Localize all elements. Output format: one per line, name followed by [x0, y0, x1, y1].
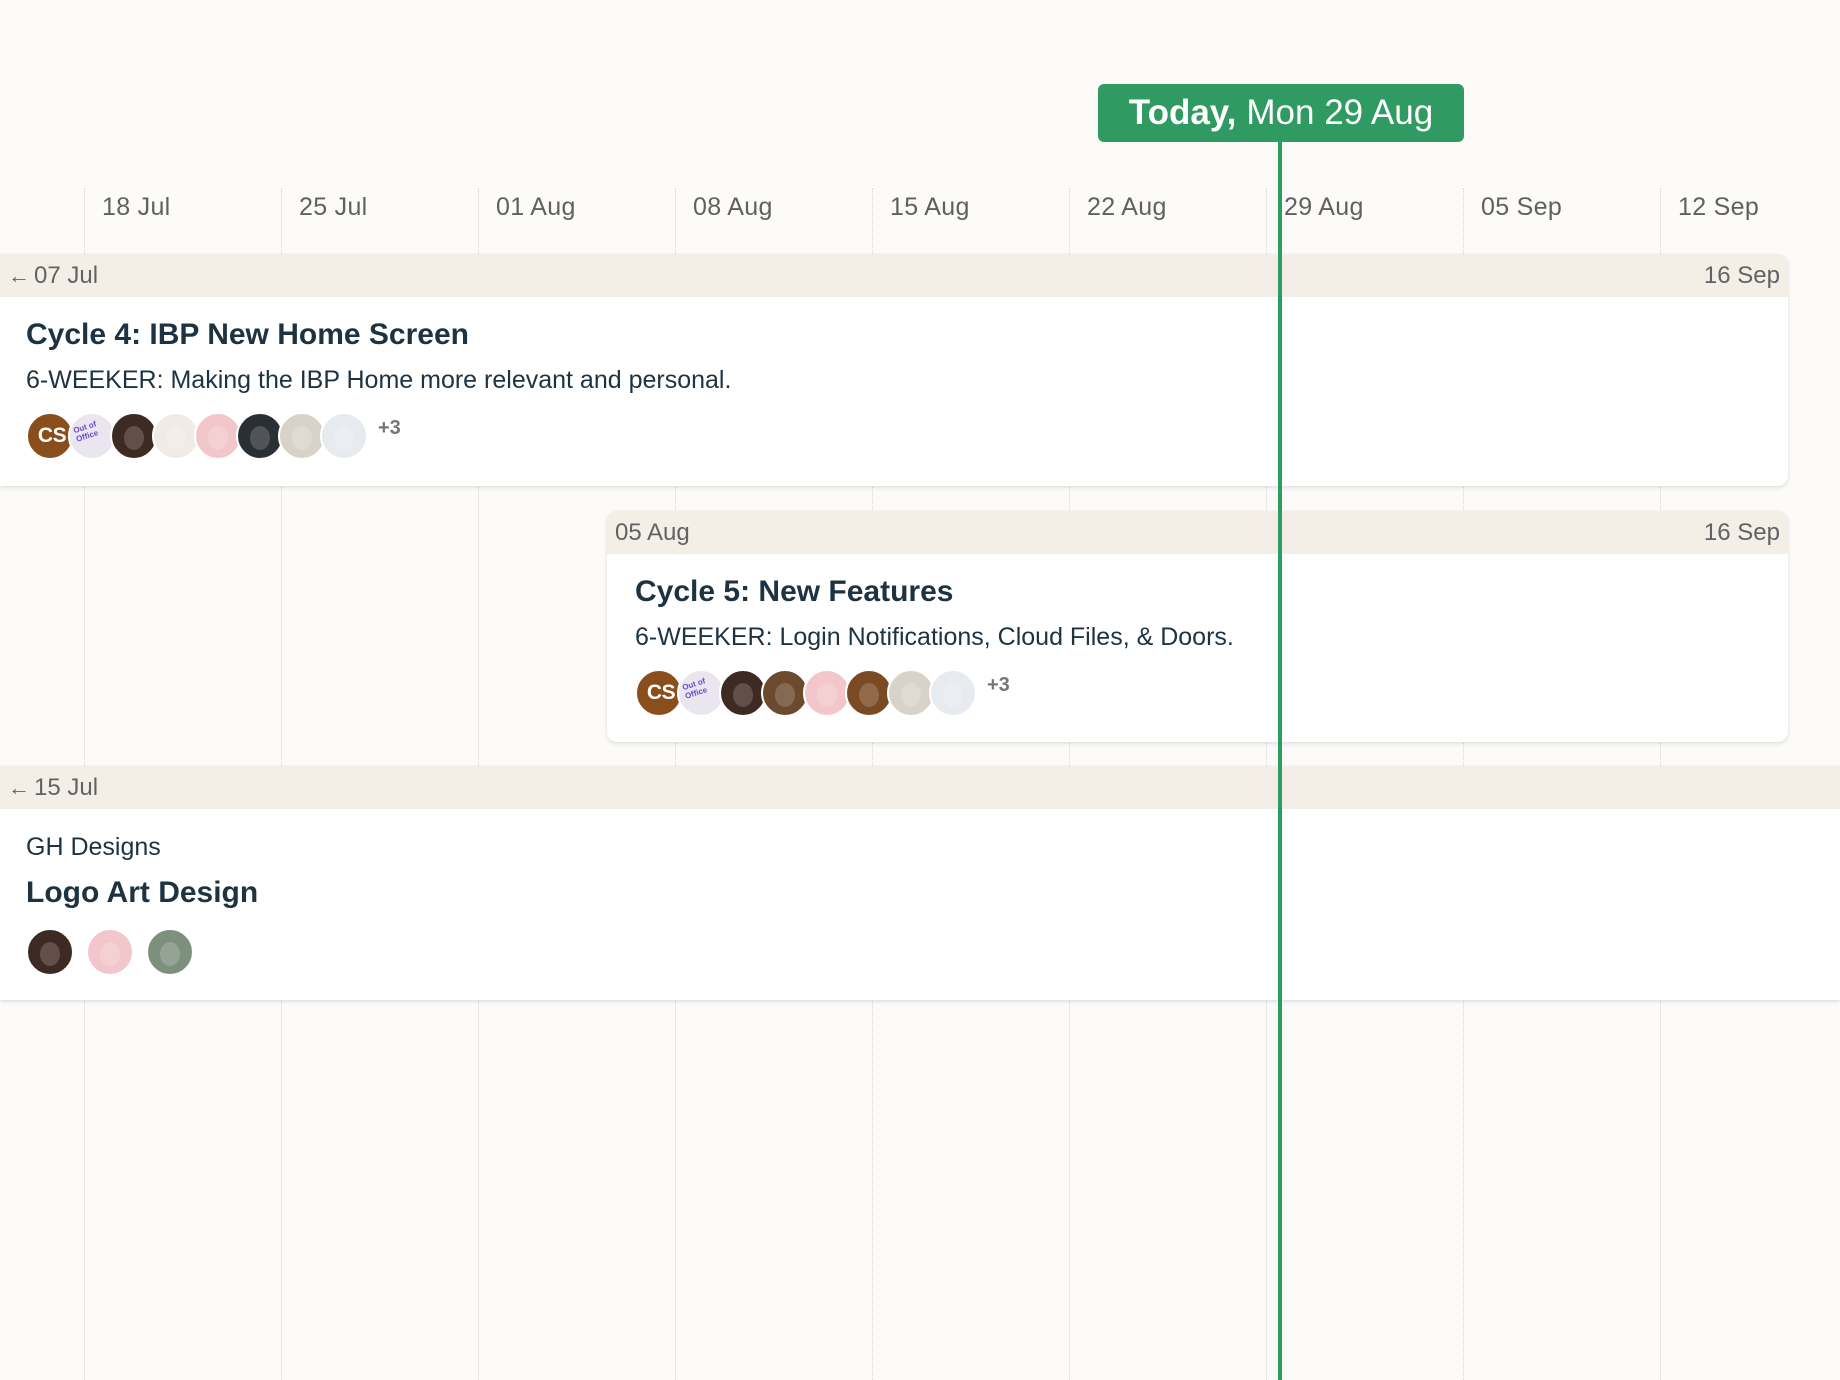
avatar-initials: CS: [635, 669, 683, 717]
project-description: 6-WEEKER: Making the IBP Home more relev…: [26, 366, 732, 394]
date-range-bar: 05 Aug 16 Sep: [607, 511, 1788, 554]
avatar-face: [733, 683, 753, 707]
project-title: Cycle 4: IBP New Home Screen: [26, 318, 469, 351]
week-label: 29 Aug: [1284, 193, 1364, 221]
start-date-label: 15 Jul: [34, 774, 99, 801]
avatar: [803, 669, 851, 717]
avatar-face: [40, 942, 60, 966]
avatar-group[interactable]: CS Out of Office +3: [635, 669, 1010, 717]
start-date: 05 Aug: [615, 519, 690, 547]
today-label: Today,: [1128, 93, 1237, 132]
avatar: [719, 669, 767, 717]
arrow-left-icon: ←: [8, 775, 30, 800]
arrow-left-icon: ←: [8, 263, 30, 288]
avatar-initials-text: CS: [37, 424, 67, 447]
avatar-face: [166, 426, 186, 450]
start-date: ← 15 Jul: [8, 774, 98, 802]
start-date-label: 07 Jul: [34, 262, 99, 289]
avatar: [110, 412, 158, 460]
avatar-out-of-office: Out of Office: [677, 669, 725, 717]
client-name: GH Designs: [26, 833, 161, 861]
avatar: [761, 669, 809, 717]
avatar-face: [334, 426, 354, 450]
project-card-cycle-5[interactable]: 05 Aug 16 Sep Cycle 5: New Features 6-WE…: [607, 511, 1788, 742]
week-label: 25 Jul: [299, 193, 368, 221]
avatar-face: [859, 683, 879, 707]
project-title: Logo Art Design: [26, 876, 259, 909]
avatar-face: [817, 683, 837, 707]
today-badge[interactable]: Today, Mon 29 Aug: [1098, 84, 1464, 142]
week-label: 01 Aug: [496, 193, 576, 221]
avatar-initials: CS: [26, 412, 74, 460]
end-date-label: 16 Sep: [1703, 519, 1780, 546]
project-card-cycle-4[interactable]: ← 07 Jul 16 Sep Cycle 4: IBP New Home Sc…: [0, 254, 1788, 486]
week-label: 12 Sep: [1678, 193, 1760, 221]
avatar-face: [250, 426, 270, 450]
avatar: [320, 412, 368, 460]
avatar-face: [160, 942, 180, 966]
avatar-initials-text: CS: [646, 681, 676, 704]
avatar: [86, 928, 134, 976]
week-label: 08 Aug: [693, 193, 773, 221]
avatar: [845, 669, 893, 717]
avatar: [887, 669, 935, 717]
avatar: [26, 928, 74, 976]
avatar-face: [124, 426, 144, 450]
avatar: [146, 928, 194, 976]
avatar-face: [943, 683, 963, 707]
start-date-label: 05 Aug: [615, 519, 690, 546]
avatar-group[interactable]: CS Out of Office +3: [26, 412, 401, 460]
avatar-overflow-count[interactable]: +3: [987, 674, 1010, 697]
avatar-overflow-count[interactable]: +3: [378, 417, 401, 440]
end-date-label: 16 Sep: [1703, 262, 1780, 289]
avatar-face: [775, 683, 795, 707]
date-range-bar: ← 15 Jul: [0, 766, 1840, 809]
project-description: 6-WEEKER: Login Notifications, Cloud Fil…: [635, 623, 1234, 651]
project-title: Cycle 5: New Features: [635, 575, 954, 608]
avatar-face: [208, 426, 228, 450]
avatar: [152, 412, 200, 460]
week-label: 22 Aug: [1087, 193, 1167, 221]
week-label: 15 Aug: [890, 193, 970, 221]
avatar: [278, 412, 326, 460]
avatar-face: [901, 683, 921, 707]
today-line: [1278, 140, 1282, 1380]
avatar-face: [292, 426, 312, 450]
today-date: Mon 29 Aug: [1246, 93, 1434, 132]
avatar: [194, 412, 242, 460]
start-date: ← 07 Jul: [8, 262, 98, 290]
avatar-out-of-office: Out of Office: [68, 412, 116, 460]
avatar: [929, 669, 977, 717]
week-label: 05 Sep: [1481, 193, 1563, 221]
project-card-logo-art[interactable]: ← 15 Jul GH Designs Logo Art Design: [0, 766, 1840, 1000]
avatar-face: [100, 942, 120, 966]
avatar-group[interactable]: [26, 928, 194, 976]
date-range-bar: ← 07 Jul 16 Sep: [0, 254, 1788, 297]
avatar: [236, 412, 284, 460]
week-label: 18 Jul: [102, 193, 171, 221]
